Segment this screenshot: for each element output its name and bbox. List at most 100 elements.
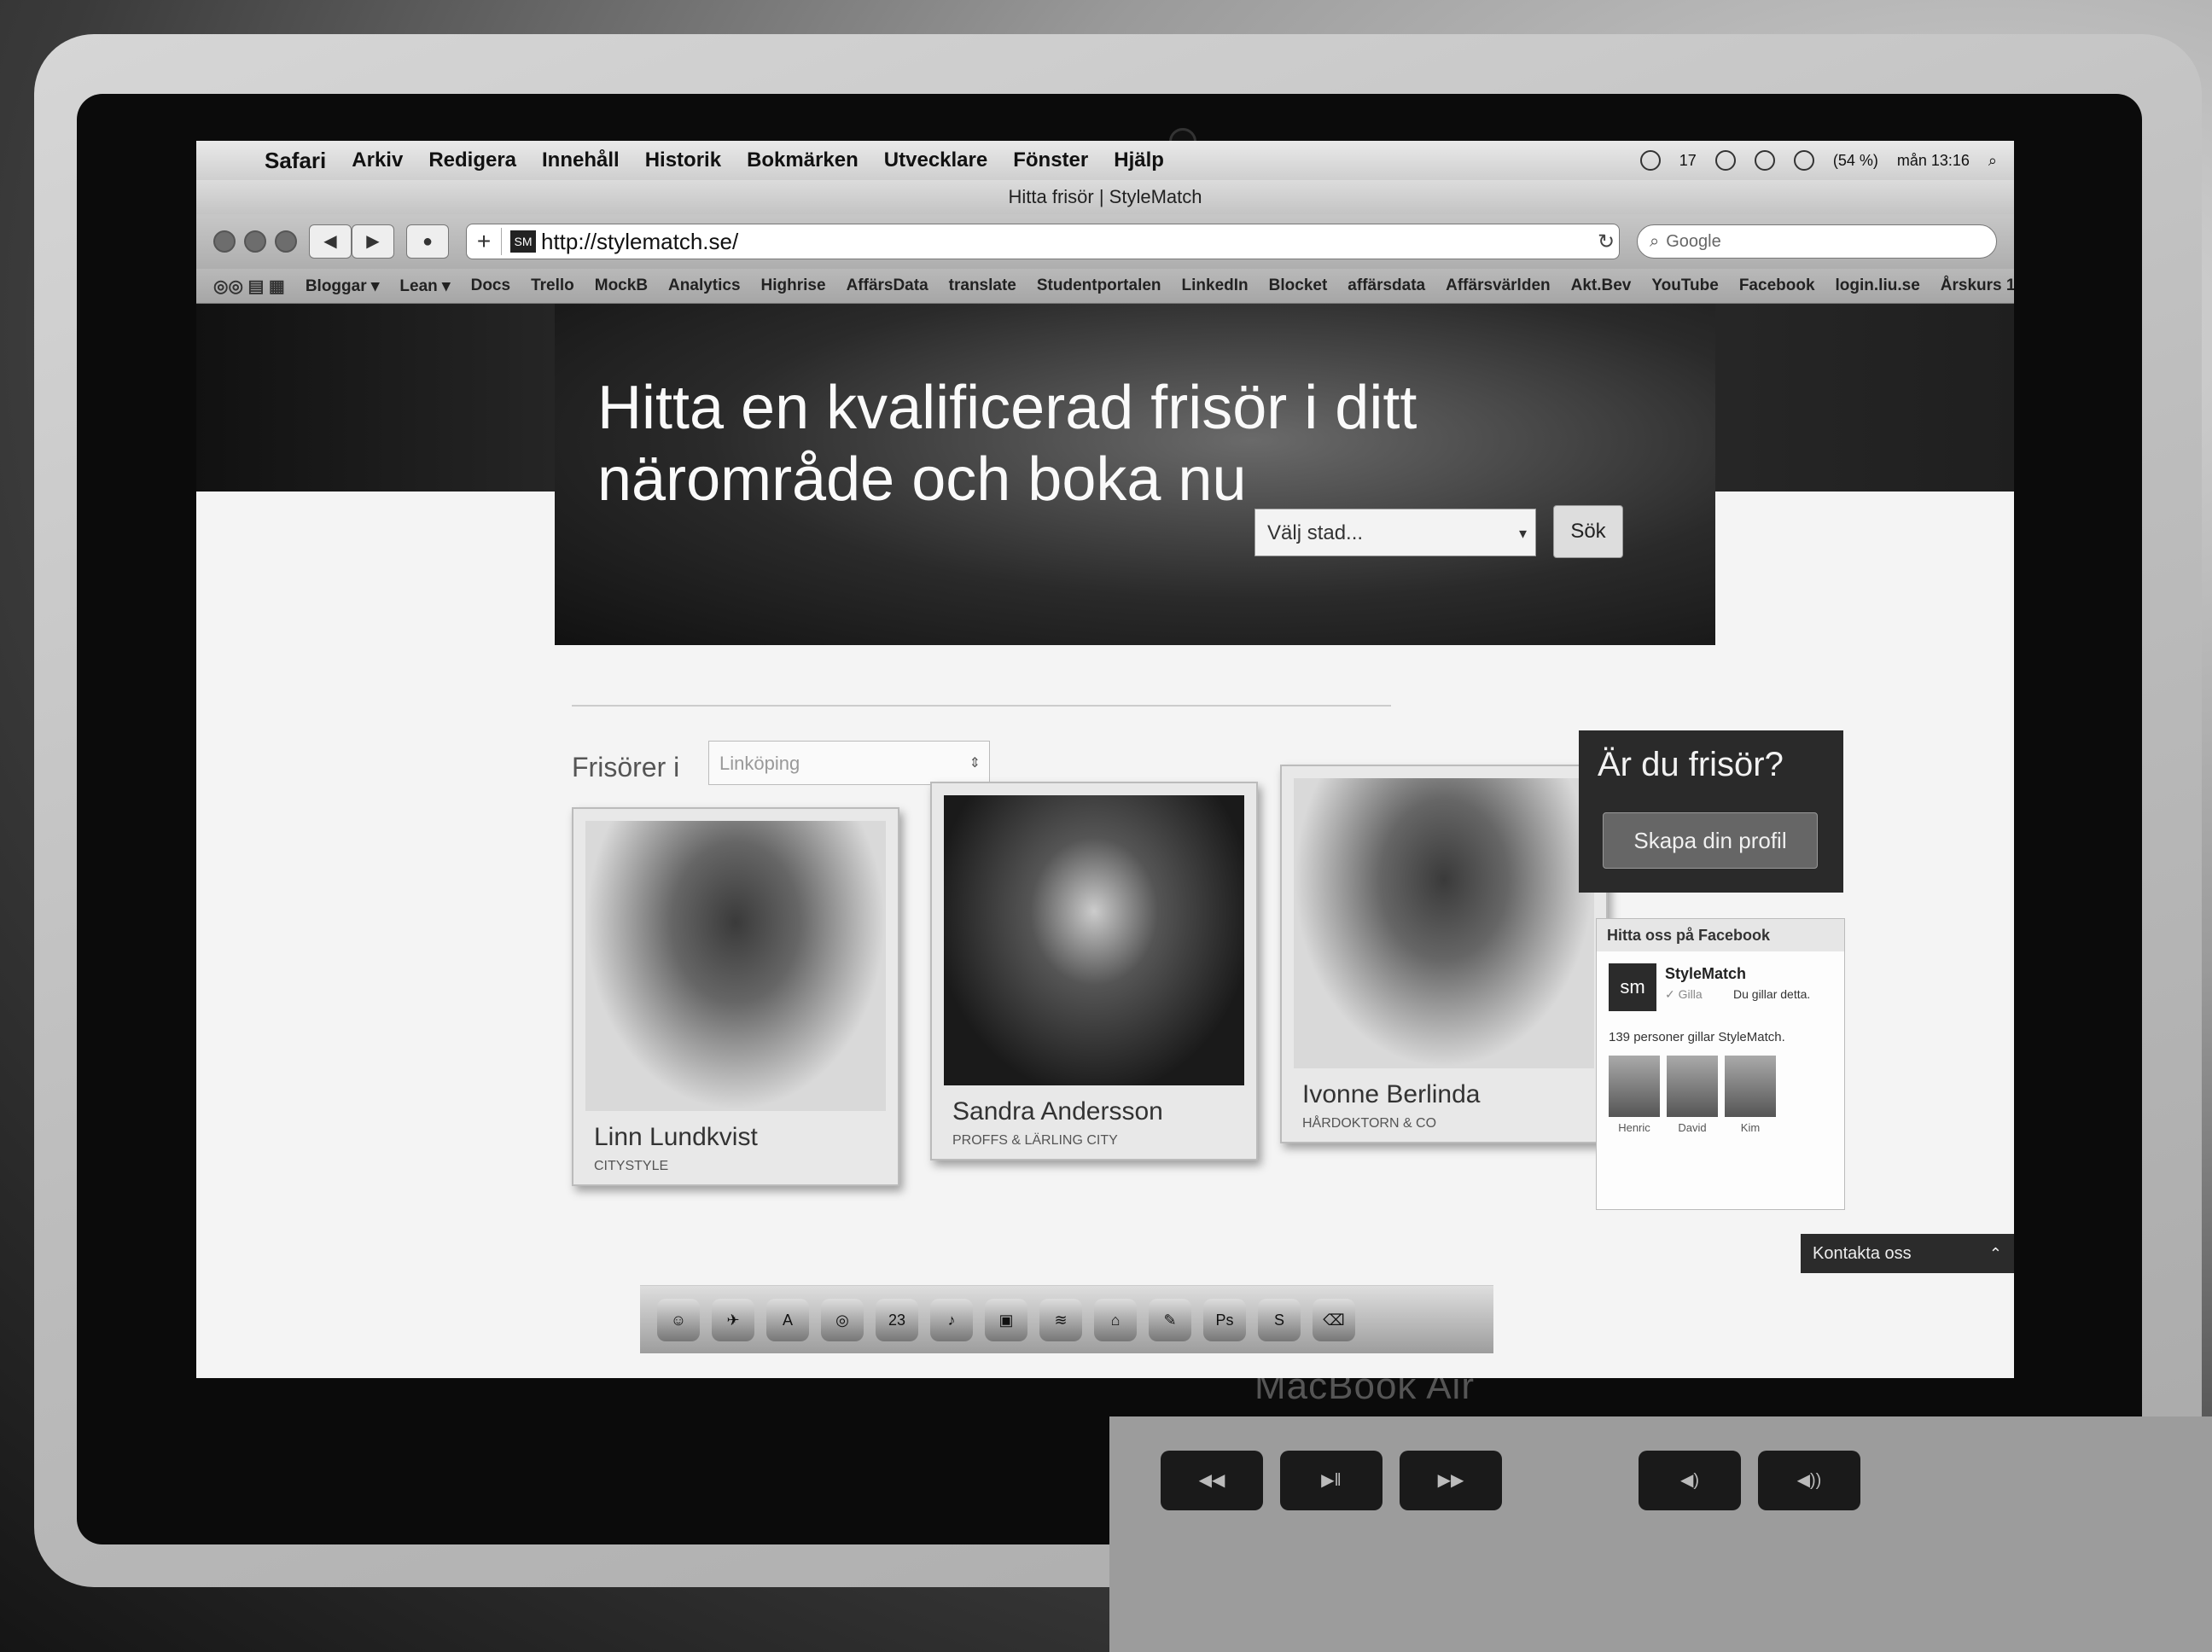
facebook-avatar-name: Kim [1740,1121,1761,1134]
bluetooth-icon[interactable] [1714,150,1736,171]
bookmark-item[interactable]: LinkedIn [1182,276,1249,295]
facebook-avatar[interactable]: David [1667,1056,1718,1134]
facebook-page-name[interactable]: StyleMatch [1665,965,1746,983]
reload-icon[interactable]: ↻ [1593,230,1619,254]
bookmark-item[interactable]: Årskurs 1 [1941,276,2014,295]
menubar-status: 17 (54 %) mån 13:16 ⌕ [1639,150,1997,171]
bookmark-item[interactable]: Studentportalen [1037,276,1161,295]
calendar-icon[interactable]: 23 [876,1298,918,1341]
facebook-faces: Henric David Kim [1609,1056,1776,1134]
menu-arkiv[interactable]: Arkiv [352,148,403,172]
menu-innehall[interactable]: Innehåll [542,148,620,172]
contact-label: Kontakta oss [1813,1244,1912,1263]
bookmark-item[interactable]: Trello [531,276,574,295]
dropbox-icon[interactable] [1639,150,1661,171]
photos-icon[interactable]: ▣ [985,1298,1027,1341]
itunes-icon[interactable]: ♪ [930,1298,973,1341]
photo-scene: MacBook Air ◀◀ ▶‖ ▶▶ ◀) ◀)) Safari Arkiv… [0,0,2212,1652]
facebook-avatar-name: Henric [1618,1121,1650,1134]
bookmark-item[interactable]: Bloggar ▾ [306,276,380,296]
minimize-button[interactable] [244,230,266,253]
search-button[interactable]: Sök [1553,505,1623,558]
close-button[interactable] [213,230,236,253]
hero-banner: Hitta en kvalificerad frisör i ditt näro… [555,304,1715,645]
safari-icon[interactable]: ◎ [821,1298,864,1341]
bookmark-item[interactable]: Blocket [1269,276,1328,295]
browser-toolbar: ◀ ▶ ● + SM http://stylematch.se/ ↻ ⌕ Goo… [196,214,2014,269]
photoshop-icon[interactable]: Ps [1203,1298,1246,1341]
bookmark-item[interactable]: Facebook [1739,276,1815,295]
clock[interactable]: mån 13:16 [1897,152,1970,170]
menu-utvecklare[interactable]: Utvecklare [884,148,987,172]
bookmark-item[interactable]: affärsdata [1348,276,1425,295]
spotify-icon[interactable]: ≋ [1039,1298,1082,1341]
screen: Safari Arkiv Redigera Innehåll Historik … [196,141,2014,1378]
forward-button[interactable]: ▶ [352,224,394,259]
menu-bokmarken[interactable]: Bokmärken [747,148,859,172]
reading-list-icon[interactable]: ◎◎ ▤ ▦ [213,276,285,297]
facebook-you-like: Du gillar detta. [1733,987,1811,1001]
spotlight-icon[interactable]: ⌕ [1988,152,1997,170]
pdf-icon[interactable]: ⌂ [1094,1298,1137,1341]
evernote-icon[interactable]: ✎ [1149,1298,1191,1341]
stylist-name: Linn Lundkvist [594,1123,758,1151]
bookmark-item[interactable]: YouTube [1651,276,1718,295]
bookmark-item[interactable]: login.liu.se [1836,276,1920,295]
stylist-salon: CITYSTYLE [594,1159,669,1173]
create-profile-button[interactable]: Skapa din profil [1603,812,1818,869]
facebook-avatar[interactable]: Henric [1609,1056,1660,1134]
bookmark-item[interactable]: AffärsData [847,276,928,295]
bookmark-item[interactable]: translate [949,276,1016,295]
stylematch-logo[interactable]: sm [1609,963,1656,1011]
contact-tab[interactable]: Kontakta oss ⌃ [1801,1234,2014,1273]
url-text[interactable]: http://stylematch.se/ [541,229,738,255]
bookmark-item[interactable]: Lean ▾ [399,276,450,296]
listing-city-select[interactable]: Linköping ⇕ [708,741,990,785]
stylist-card[interactable]: Sandra Andersson PROFFS & LÄRLING CITY [930,782,1258,1160]
add-bookmark-icon[interactable]: + [467,228,502,255]
volume-icon[interactable] [1793,150,1814,171]
keyboard: ◀◀ ▶‖ ▶▶ ◀) ◀)) [1109,1416,2212,1652]
facebook-like-count: 139 personer gillar StyleMatch. [1609,1030,1785,1044]
bookmark-item[interactable]: Highrise [761,276,826,295]
window-title: Hitta frisör | StyleMatch [196,180,2014,214]
reader-icon[interactable]: ● [406,224,449,259]
menu-app[interactable]: Safari [265,148,326,174]
facebook-like-button[interactable]: ✓ Gilla [1665,987,1703,1002]
stylist-salon: PROFFS & LÄRLING CITY [952,1133,1118,1148]
stylist-photo [1294,778,1594,1068]
trash-icon[interactable]: ⌫ [1313,1298,1355,1341]
menu-historik[interactable]: Historik [645,148,721,172]
launchpad-icon[interactable]: ✈ [712,1298,754,1341]
city-select[interactable]: Välj stad... ▾ [1254,509,1536,556]
facebook-widget-title: Hitta oss på Facebook [1597,919,1844,951]
stylist-name: Ivonne Berlinda [1302,1080,1481,1108]
back-button[interactable]: ◀ [309,224,352,259]
facebook-avatar[interactable]: Kim [1725,1056,1776,1134]
app-store-icon[interactable]: A [766,1298,809,1341]
bookmark-item[interactable]: Analytics [668,276,740,295]
apple-icon[interactable] [215,148,249,173]
facebook-widget: Hitta oss på Facebook sm StyleMatch ✓ Gi… [1596,918,1845,1210]
stylist-cta: Är du frisör? Skapa din profil [1579,730,1843,893]
address-bar[interactable]: + SM http://stylematch.se/ ↻ [466,224,1620,259]
finder-icon[interactable]: ☺ [657,1298,700,1341]
city-select-placeholder: Välj stad... [1267,521,1364,544]
wifi-icon[interactable] [1754,150,1775,171]
bookmark-item[interactable]: Affärsvärlden [1446,276,1551,295]
bookmark-item[interactable]: Akt.Bev [1571,276,1632,295]
chevron-up-icon: ⌃ [1988,1245,2002,1262]
skype-icon[interactable]: S [1258,1298,1301,1341]
menu-redigera[interactable]: Redigera [428,148,516,172]
bookmark-item[interactable]: MockB [595,276,648,295]
notification-count[interactable]: 17 [1679,152,1697,170]
menu-fonster[interactable]: Fönster [1013,148,1088,172]
stylist-card[interactable]: Ivonne Berlinda HÅRDOKTORN & CO [1280,765,1608,1143]
stylist-card[interactable]: Linn Lundkvist CITYSTYLE [572,807,899,1186]
menu-hjalp[interactable]: Hjälp [1114,148,1164,172]
search-field[interactable]: ⌕ Google [1637,224,1997,259]
window-controls [213,230,297,253]
bookmark-item[interactable]: Docs [471,276,510,295]
battery-status[interactable]: (54 %) [1833,152,1878,170]
zoom-button[interactable] [275,230,297,253]
